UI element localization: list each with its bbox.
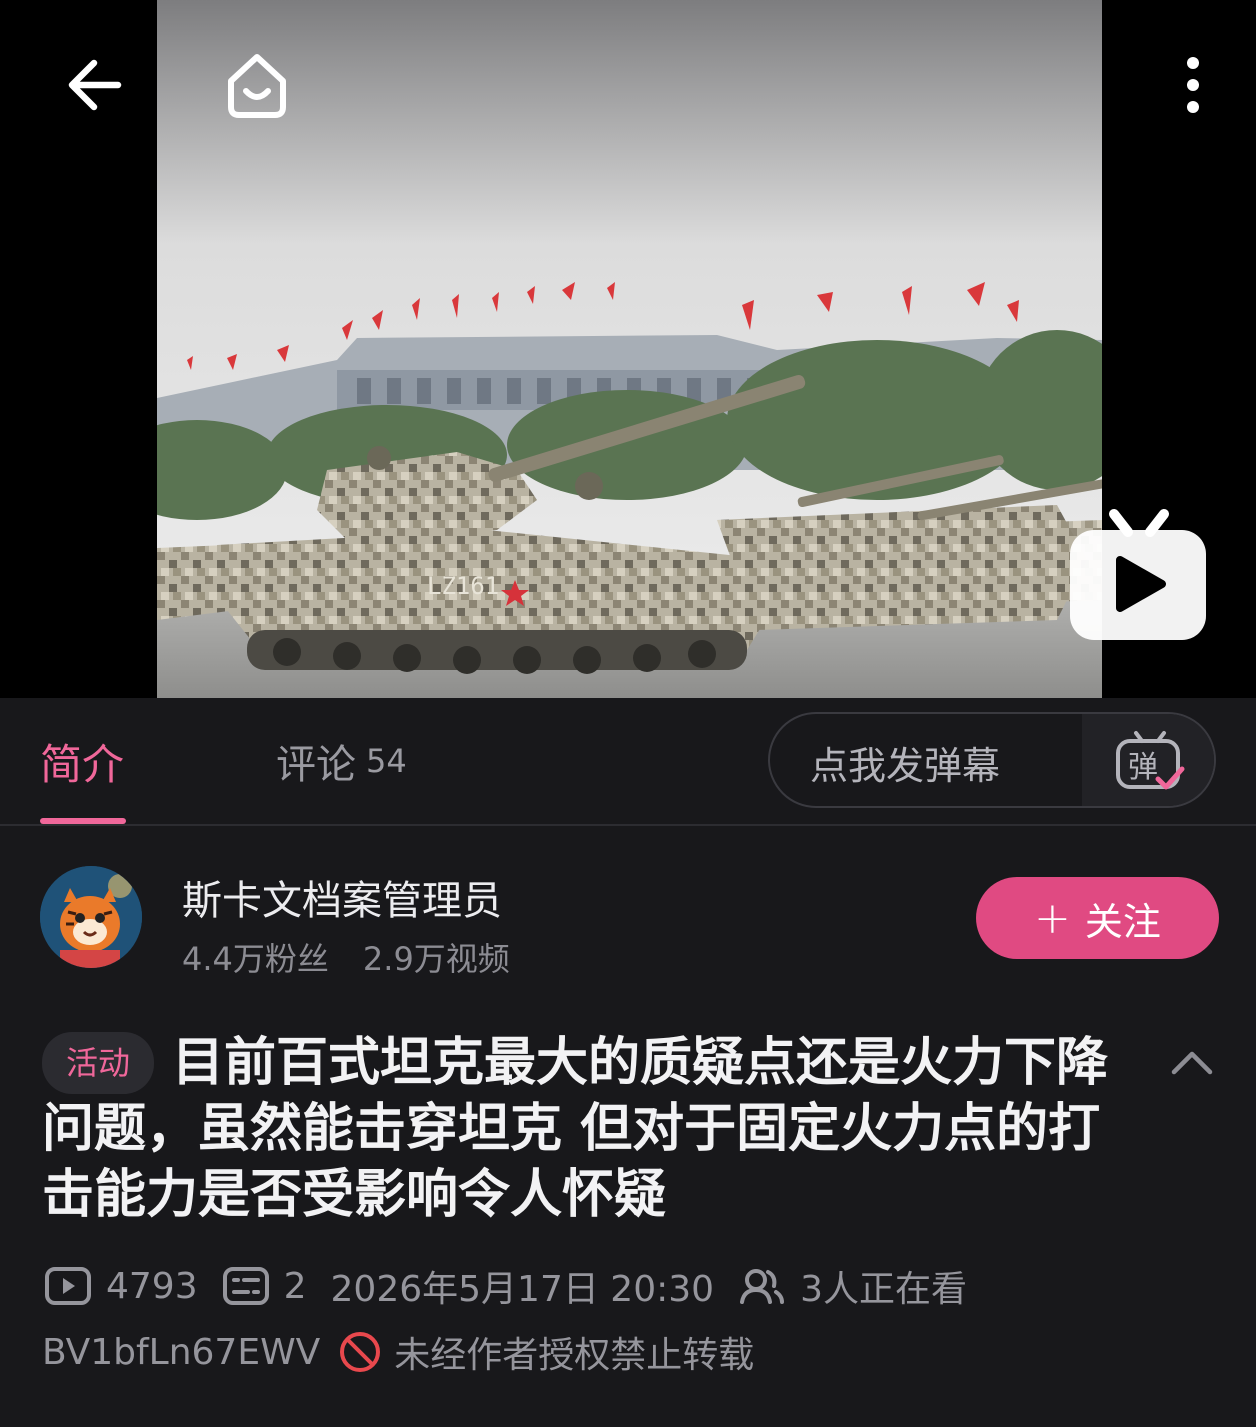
uploader-name[interactable]: 斯卡文档案管理员	[182, 868, 502, 926]
video-title-text: 目前百式坦克最大的质疑点还是火力下降问题，虽然能击穿坦克 但对于固定火力点的打击…	[42, 1033, 1109, 1225]
follower-count: 4.4万粉丝	[182, 940, 329, 978]
bvid[interactable]: BV1bfLn67EWV	[42, 1332, 320, 1373]
tab-intro-label: 简介	[40, 739, 125, 789]
tab-active-indicator	[40, 818, 126, 824]
bvid-row: BV1bfLn67EWV 未经作者授权禁止转载	[42, 1324, 754, 1380]
tab-comments[interactable]: 评论 54	[276, 698, 407, 824]
play-count-icon	[44, 1266, 92, 1306]
video-frame-image[interactable]: LZ161	[157, 0, 1102, 698]
comments-count: 54	[366, 742, 407, 780]
tv-play-icon	[1070, 509, 1206, 640]
plus-icon: +	[1034, 892, 1071, 944]
home-icon	[228, 54, 286, 118]
danmaku-count: 2	[283, 1265, 307, 1307]
collapse-description-button[interactable]	[1166, 1036, 1218, 1088]
danmaku-input[interactable]: 点我发弹幕	[810, 714, 1001, 806]
more-vertical-icon	[1187, 57, 1199, 113]
tab-bar: 简介 评论 54 点我发弹幕 弹	[0, 698, 1256, 826]
video-title: 活动 目前百式坦克最大的质疑点还是火力下降问题，虽然能击穿坦克 但对于固定火力点的…	[42, 1030, 1112, 1228]
danmaku-toggle-icon: 弹	[1116, 731, 1185, 790]
chevron-up-icon	[1171, 1051, 1213, 1075]
more-options-button[interactable]	[1160, 48, 1226, 122]
danmaku-placeholder: 点我发弹幕	[810, 743, 1001, 788]
arrow-left-icon	[68, 59, 122, 111]
video-player[interactable]: LZ161	[0, 0, 1256, 698]
no-repost-icon	[338, 1330, 382, 1374]
video-meta-row: 4793 2 2026年5月17日 20:30 3人正在看	[44, 1258, 967, 1314]
viewers-icon	[738, 1266, 786, 1306]
home-button[interactable]	[218, 46, 296, 124]
copyright-notice: 未经作者授权禁止转载	[394, 1335, 755, 1376]
tab-intro[interactable]: 简介	[40, 698, 124, 824]
tab-comments-label: 评论	[276, 742, 356, 788]
activity-badge[interactable]: 活动	[42, 1032, 155, 1094]
danmaku-toggle-char: 弹	[1128, 750, 1158, 785]
back-button[interactable]	[58, 48, 132, 122]
uploader-stats: 4.4万粉丝 2.9万视频	[182, 934, 510, 980]
watching-now: 3人正在看	[800, 1269, 967, 1310]
tank-marking-text: LZ161	[427, 572, 499, 600]
video-count: 2.9万视频	[362, 940, 510, 978]
follow-button[interactable]: + 关注	[976, 877, 1219, 959]
follow-label: 关注	[1084, 899, 1161, 944]
view-count: 4793	[106, 1265, 198, 1307]
uploader-avatar[interactable]	[40, 866, 142, 968]
danmaku-count-icon	[222, 1266, 270, 1306]
danmaku-toggle-button[interactable]: 弹	[1082, 714, 1214, 806]
publish-datetime: 2026年5月17日 20:30	[330, 1269, 715, 1310]
danmaku-bar: 点我发弹幕 弹	[768, 712, 1216, 808]
play-button[interactable]	[1066, 508, 1210, 644]
